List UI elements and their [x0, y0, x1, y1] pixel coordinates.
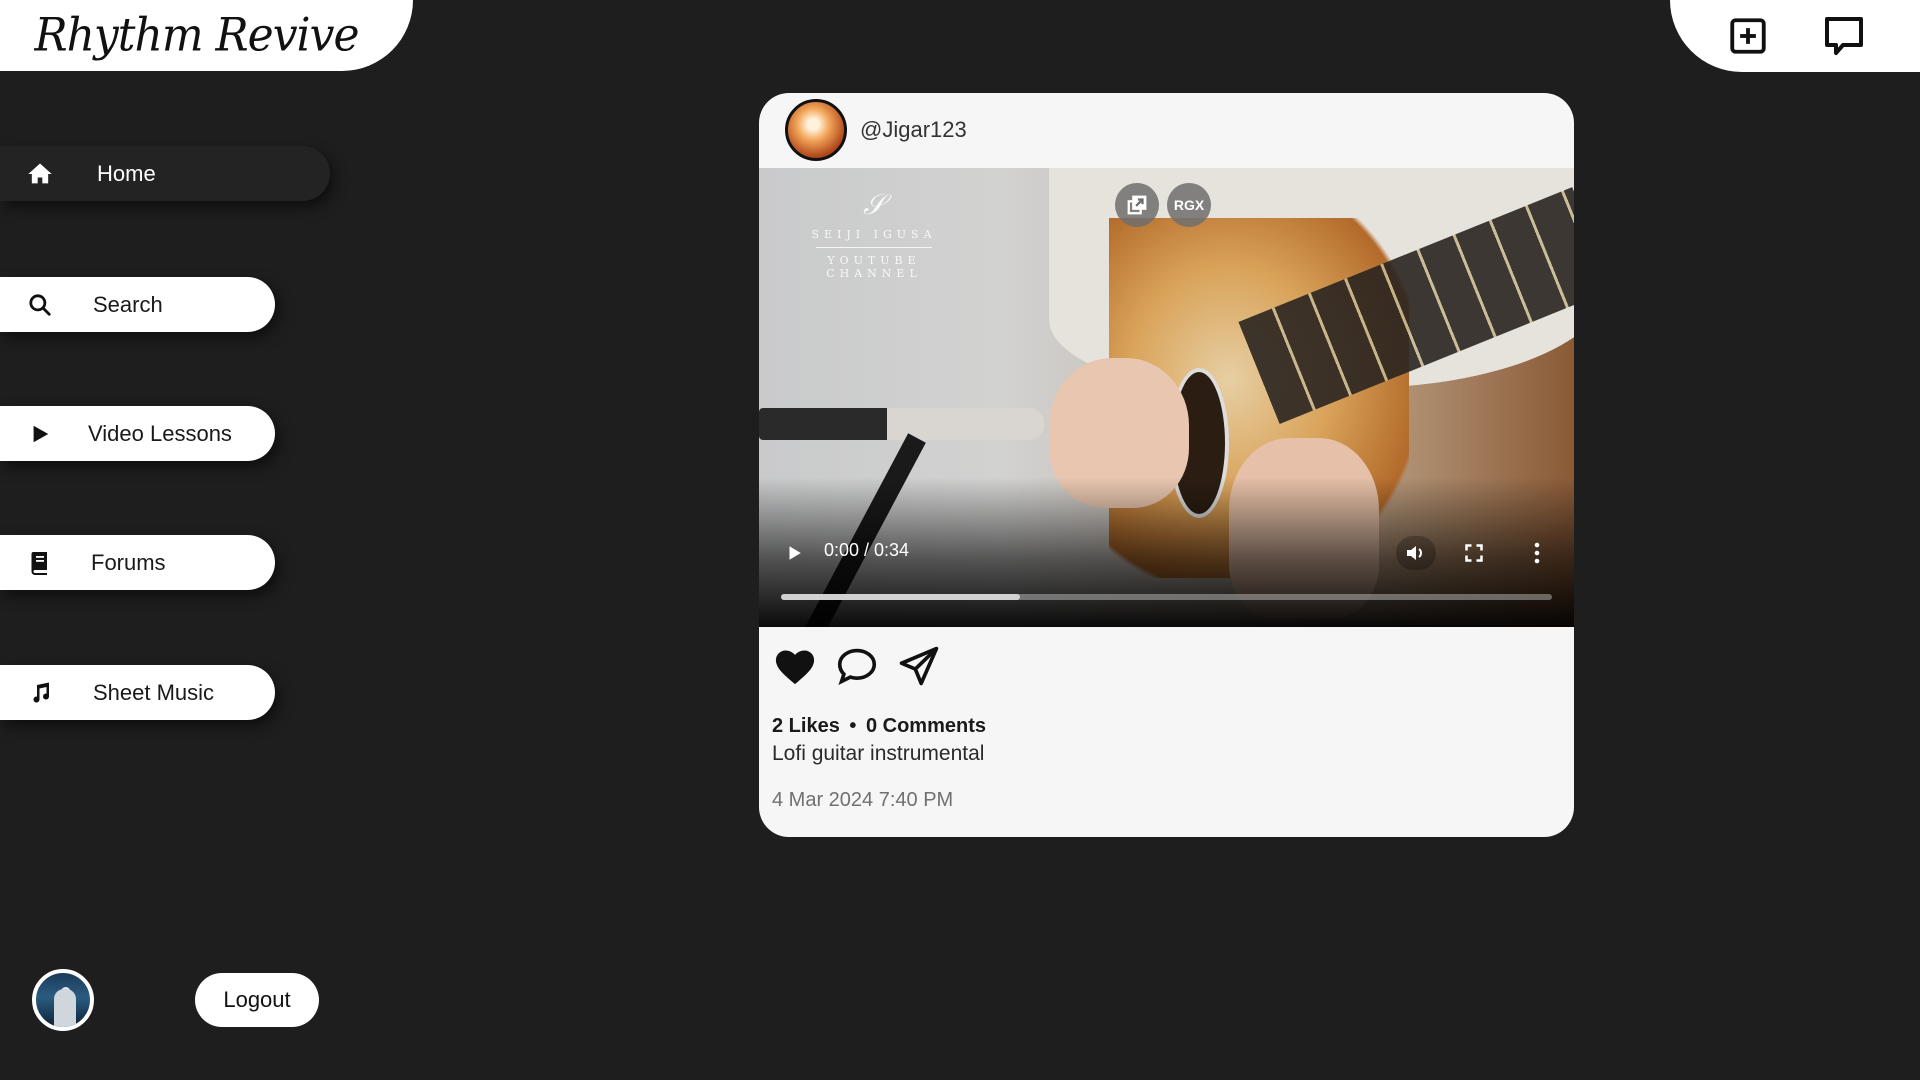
sidebar-item-video-lessons[interactable]: Video Lessons: [0, 406, 275, 461]
video-progress-buffered: [781, 594, 1020, 600]
external-link-icon: [1127, 195, 1147, 215]
header-actions: [1670, 0, 1920, 72]
sidebar-item-forums[interactable]: Forums: [0, 535, 275, 590]
logo-tab: Rhythm Revive: [0, 0, 413, 71]
video-player[interactable]: 𝒮 SEIJI IGUSA YOUTUBE CHANNEL RGX 0:00 /…: [759, 168, 1574, 627]
chat-bubble-icon: [1825, 17, 1863, 55]
sidebar-item-label: Forums: [91, 549, 166, 575]
video-play-button[interactable]: [779, 540, 809, 566]
post-timestamp: 4 Mar 2024 7:40 PM: [772, 789, 954, 811]
fullscreen-icon: [1465, 544, 1483, 562]
video-more-options-button[interactable]: [1527, 540, 1547, 566]
app-logo: Rhythm Revive: [34, 8, 359, 63]
sidebar-item-label: Search: [93, 291, 163, 317]
book-icon: [26, 549, 54, 577]
video-volume-button[interactable]: [1396, 536, 1436, 570]
comment-bubble-icon: [837, 648, 877, 686]
watermark-divider: [816, 247, 932, 248]
post-header: @Jigar123: [759, 93, 1574, 168]
play-icon: [26, 420, 54, 448]
rgx-extension-button[interactable]: RGX: [1167, 183, 1211, 227]
sidebar-item-label: Sheet Music: [93, 679, 215, 705]
sidebar-item-home[interactable]: Home: [0, 146, 330, 201]
music-note-icon: [26, 679, 54, 707]
plus-square-icon: [1730, 18, 1766, 54]
sidebar-item-label: Video Lessons: [88, 420, 232, 446]
share-button[interactable]: [893, 641, 945, 691]
logout-button[interactable]: Logout: [195, 973, 319, 1027]
video-time-display: 0:00 / 0:34: [824, 540, 910, 560]
signature-glyph: 𝒮: [863, 188, 885, 221]
avatar-figure: [54, 989, 76, 1027]
create-post-button[interactable]: [1724, 12, 1772, 60]
video-watermark: 𝒮 SEIJI IGUSA YOUTUBE CHANNEL: [779, 188, 969, 280]
poster-username[interactable]: @Jigar123: [860, 117, 967, 143]
video-progress-bar[interactable]: [781, 594, 1552, 600]
post-actions: [769, 641, 945, 691]
like-button[interactable]: [769, 641, 821, 691]
search-icon: [26, 291, 54, 319]
post-stats: 2 Likes • 0 Comments: [772, 715, 986, 738]
volume-icon: [1407, 546, 1422, 560]
post-caption: Lofi guitar instrumental: [772, 742, 985, 765]
comment-button[interactable]: [831, 641, 883, 691]
post-card: @Jigar123 𝒮 SEIJI IGUSA YOUTUBE CHANNEL …: [759, 93, 1574, 837]
comments-count[interactable]: 0 Comments: [866, 715, 986, 737]
home-icon: [26, 160, 54, 188]
picture-in-picture-button[interactable]: [1115, 183, 1159, 227]
play-icon: [789, 546, 801, 560]
messages-button[interactable]: [1820, 12, 1868, 60]
video-frame-microphone: [759, 408, 1044, 440]
watermark-line2: YOUTUBE CHANNEL: [826, 254, 922, 280]
video-fullscreen-button[interactable]: [1459, 540, 1489, 566]
user-avatar[interactable]: [32, 969, 94, 1031]
poster-avatar[interactable]: [785, 99, 847, 161]
more-vertical-icon: [1534, 542, 1540, 564]
likes-count[interactable]: 2 Likes: [772, 715, 840, 737]
watermark-line1: SEIJI IGUSA: [811, 228, 937, 241]
stats-separator: •: [849, 715, 857, 737]
sidebar-item-sheet-music[interactable]: Sheet Music: [0, 665, 275, 720]
send-paper-plane-icon: [899, 646, 939, 686]
sidebar-item-label: Home: [97, 160, 156, 186]
sidebar-item-search[interactable]: Search: [0, 277, 275, 332]
heart-filled-icon: [775, 650, 815, 685]
